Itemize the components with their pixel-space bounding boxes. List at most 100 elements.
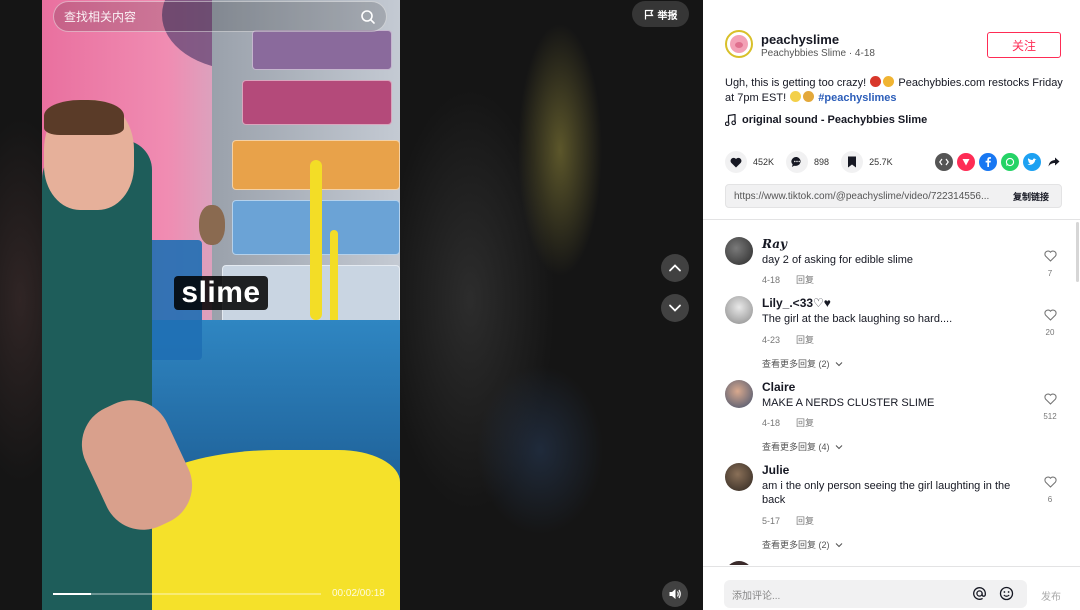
video-stage: slime 查找相关内容 举报 00:02/00:18	[0, 0, 703, 610]
comment-bubble-icon	[791, 156, 801, 167]
comment-avatar[interactable]	[725, 237, 753, 265]
reply-button[interactable]: 回复	[796, 516, 814, 526]
comment-like-count: 7	[1047, 269, 1053, 278]
like-action[interactable]: 452K	[725, 151, 774, 173]
like-button[interactable]	[725, 151, 747, 173]
save-count: 25.7K	[869, 157, 893, 167]
heart-outline-icon[interactable]	[1043, 476, 1057, 488]
comment-like[interactable]: 20	[1039, 308, 1061, 337]
sound-label: original sound - Peachybbies Slime	[742, 114, 928, 126]
reply-button[interactable]: 回复	[796, 275, 814, 285]
comment-username[interactable]: Lily_.<33♡♥	[762, 296, 831, 310]
comment-avatar[interactable]	[725, 463, 753, 491]
video-description: Ugh, this is getting too crazy! Peachybb…	[725, 76, 1063, 106]
report-button[interactable]: 举报	[632, 1, 689, 27]
mention-icon[interactable]	[972, 586, 987, 601]
volume-button[interactable]	[662, 581, 688, 607]
reply-button[interactable]: 回复	[796, 418, 814, 428]
tiktok-share-icon[interactable]	[957, 153, 975, 171]
comment-date: 4-23	[762, 335, 781, 345]
save-button[interactable]	[841, 151, 864, 173]
progress-bar[interactable]	[53, 593, 321, 595]
like-count: 452K	[753, 157, 775, 167]
previous-video-button[interactable]	[661, 254, 689, 282]
comment-avatar[interactable]	[725, 380, 753, 408]
follow-button[interactable]: 关注	[987, 32, 1061, 58]
comment-like-count: 512	[1043, 412, 1057, 421]
comment-avatar[interactable]	[725, 561, 753, 565]
search-input[interactable]: 查找相关内容	[64, 8, 360, 25]
comment-meta: 4-18 回复	[762, 273, 814, 286]
reply-button[interactable]: 回复	[796, 335, 814, 345]
view-more-replies[interactable]: 查看更多回复 (4)	[762, 440, 843, 453]
sound-link[interactable]: original sound - Peachybbies Slime	[725, 114, 927, 126]
comment-meta: 4-18 回复	[762, 416, 814, 429]
sparkles-emoji-icon	[790, 91, 802, 102]
copy-link-button[interactable]: 复制链接	[1001, 190, 1061, 203]
comment-avatar[interactable]	[725, 296, 753, 324]
comment-username[interactable]: Julie	[762, 463, 789, 477]
heart-outline-icon[interactable]	[1043, 393, 1057, 405]
view-more-replies-label: 查看更多回复 (2)	[762, 359, 830, 369]
twitter-icon[interactable]	[1023, 153, 1041, 171]
search-icon[interactable]	[360, 9, 376, 25]
heart-outline-icon[interactable]	[1043, 250, 1057, 262]
comment-composer: 添加评论... 发布	[703, 566, 1080, 610]
post-comment-button[interactable]: 发布	[1041, 588, 1061, 603]
comment-date: 5-17	[762, 516, 781, 526]
comment-action[interactable]: 898	[786, 151, 829, 173]
comment-button[interactable]	[786, 151, 809, 173]
action-bar: 452K 898 25.7K	[725, 151, 1063, 173]
share-link-url[interactable]: https://www.tiktok.com/@peachyslime/vide…	[734, 191, 1001, 202]
comment-like-count: 6	[1047, 495, 1053, 504]
chevron-down-icon	[835, 543, 843, 548]
view-more-replies[interactable]: 查看更多回复 (2)	[762, 538, 843, 551]
comment-date: 4-18	[762, 275, 781, 285]
comment-username[interactable]: Ray	[762, 237, 787, 251]
comment-scrollbar[interactable]	[1076, 222, 1079, 282]
embed-icon[interactable]	[935, 153, 953, 171]
next-video-button[interactable]	[661, 294, 689, 322]
author-info[interactable]: peachyslime Peachybbies Slime · 4-18	[725, 30, 875, 59]
chevron-down-icon	[835, 362, 843, 367]
comment-date: 4-18	[762, 418, 781, 428]
comment-like-count: 20	[1045, 328, 1055, 337]
whatsapp-icon[interactable]	[1001, 153, 1019, 171]
angry-face-emoji-icon	[870, 76, 882, 87]
comment-meta: 5-17 回复	[762, 514, 814, 527]
comment-text: am i the only person seeing the girl lau…	[762, 480, 1011, 506]
report-label: 举报	[657, 10, 678, 22]
save-action[interactable]: 25.7K	[841, 151, 893, 173]
forward-icon[interactable]	[1045, 153, 1063, 171]
video-scene-girl	[199, 205, 225, 245]
share-link-box: https://www.tiktok.com/@peachyslime/vide…	[725, 184, 1062, 208]
heart-icon	[730, 157, 742, 167]
video-scene-person-hair	[44, 100, 124, 135]
emoji-icon[interactable]	[999, 586, 1014, 601]
author-avatar[interactable]	[725, 30, 753, 58]
author-username[interactable]: peachyslime	[761, 32, 839, 47]
comment-count: 898	[814, 157, 830, 167]
video-scene-drip	[310, 160, 322, 320]
progress-fill	[53, 593, 91, 595]
heart-outline-icon[interactable]	[1043, 309, 1057, 321]
exploding-head-emoji-icon	[883, 76, 895, 87]
chevron-down-icon	[669, 304, 681, 312]
comment-username[interactable]: Claire	[762, 380, 795, 394]
comment-like[interactable]: 512	[1039, 392, 1061, 421]
bookmark-icon	[848, 156, 857, 168]
view-more-replies-label: 查看更多回复 (2)	[762, 540, 830, 550]
music-note-icon	[725, 114, 736, 126]
comment-like[interactable]: 6	[1039, 475, 1061, 504]
view-more-replies-label: 查看更多回复 (4)	[762, 442, 830, 452]
comment-list[interactable]: Ray day 2 of asking for edible slime 4-1…	[703, 220, 1080, 565]
search-bar[interactable]: 查找相关内容	[53, 1, 387, 32]
view-more-replies[interactable]: 查看更多回复 (2)	[762, 357, 843, 370]
hashtag-link[interactable]: #peachyslimes	[818, 92, 896, 104]
comment-like[interactable]: 7	[1039, 249, 1061, 278]
comment-text: MAKE A NERDS CLUSTER SLIME	[762, 397, 935, 409]
comment-meta: 4-23 回复	[762, 333, 814, 346]
chevron-up-icon	[669, 264, 681, 272]
facebook-icon[interactable]	[979, 153, 997, 171]
details-panel: peachyslime Peachybbies Slime · 4-18 关注 …	[703, 0, 1080, 610]
